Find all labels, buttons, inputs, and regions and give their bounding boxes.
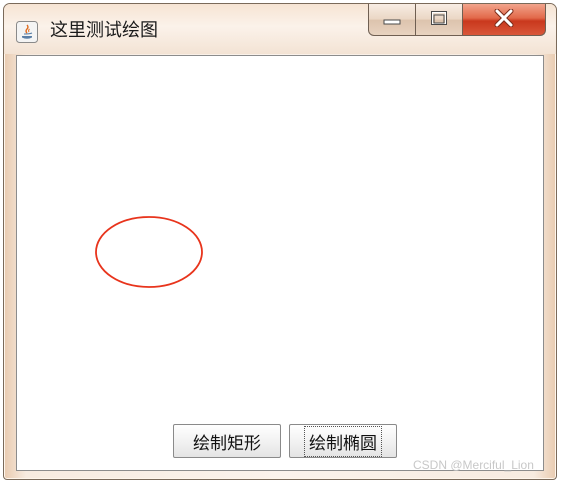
window-title: 这里测试绘图 <box>50 20 158 41</box>
minimize-button[interactable] <box>368 4 416 36</box>
draw-rectangle-label: 绘制矩形 <box>193 433 261 454</box>
focus-ring: 绘制椭圆 <box>304 425 382 457</box>
app-window: 这里测试绘图 绘制矩形 绘制椭圆 <box>3 3 557 480</box>
maximize-button[interactable] <box>415 4 463 36</box>
drawing-panel[interactable]: 绘制矩形 绘制椭圆 <box>16 55 544 471</box>
draw-ellipse-button[interactable]: 绘制椭圆 <box>289 424 397 458</box>
draw-ellipse-label: 绘制椭圆 <box>309 433 377 454</box>
close-icon <box>494 8 514 31</box>
drawn-ellipse <box>95 216 203 288</box>
watermark: CSDN @Merciful_Lion <box>413 458 534 472</box>
java-icon[interactable] <box>16 21 38 43</box>
close-button[interactable] <box>462 4 546 36</box>
maximize-icon <box>430 10 448 30</box>
drawing-canvas <box>95 216 203 288</box>
title-bar[interactable]: 这里测试绘图 <box>4 4 556 54</box>
minimize-icon <box>383 10 401 29</box>
draw-rectangle-button[interactable]: 绘制矩形 <box>173 424 281 458</box>
window-controls <box>368 4 546 38</box>
